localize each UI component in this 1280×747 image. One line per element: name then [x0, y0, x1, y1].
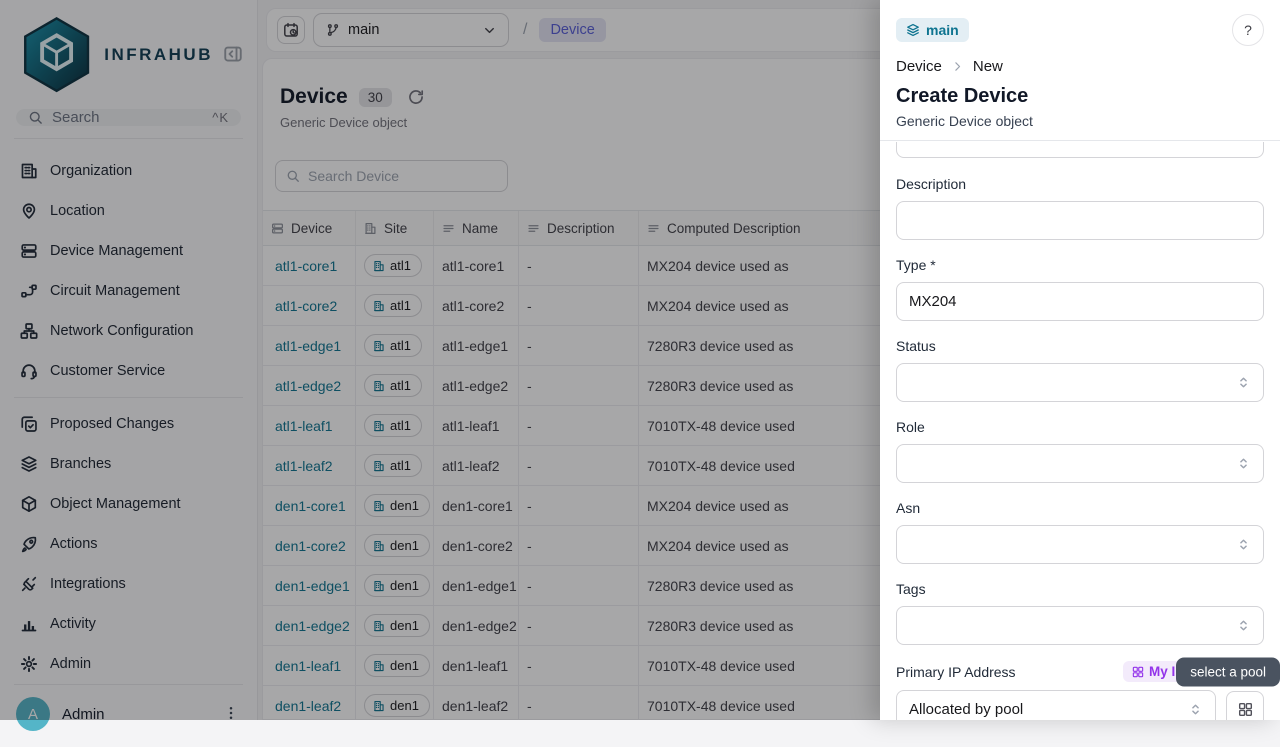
status-field: Status — [896, 337, 1264, 402]
type-label: Type * — [896, 256, 1264, 274]
panel-breadcrumb-new: New — [973, 58, 1003, 75]
primary-ip-label: Primary IP Address — [896, 663, 1016, 681]
chevrons-up-down-icon — [1236, 375, 1251, 390]
panel-subtitle: Generic Device object — [896, 113, 1264, 129]
chevrons-up-down-icon — [1236, 537, 1251, 552]
create-device-form: DescriptionType *MX204StatusRoleAsnTags … — [880, 141, 1280, 720]
panel-branch-name: main — [926, 22, 959, 38]
chevron-right-icon — [951, 60, 964, 73]
clipped-field — [896, 142, 1264, 159]
status-select[interactable] — [896, 363, 1264, 402]
tags-label: Tags — [896, 580, 1264, 598]
create-device-panel: main ? Device New Create Device Generic … — [880, 0, 1280, 720]
clipped-input[interactable] — [896, 142, 1264, 158]
panel-title: Create Device — [896, 85, 1264, 107]
asn-label: Asn — [896, 499, 1264, 517]
grid-icon — [1238, 702, 1253, 717]
primary-ip-select-value: Allocated by pool — [909, 701, 1023, 718]
chevrons-up-down-icon — [1188, 702, 1203, 717]
role-label: Role — [896, 418, 1264, 436]
description-input[interactable] — [896, 201, 1264, 240]
panel-breadcrumb-object: Device — [896, 58, 942, 75]
asn-field: Asn — [896, 499, 1264, 564]
help-button[interactable]: ? — [1232, 14, 1264, 46]
tags-select[interactable] — [896, 606, 1264, 645]
select-pool-button[interactable] — [1226, 691, 1264, 721]
chevrons-up-down-icon — [1236, 456, 1251, 471]
asn-select[interactable] — [896, 525, 1264, 564]
role-select[interactable] — [896, 444, 1264, 483]
description-label: Description — [896, 175, 1264, 193]
description-field: Description — [896, 175, 1264, 240]
primary-ip-field: Primary IP Address My IP a select a pool… — [896, 661, 1264, 720]
role-field: Role — [896, 418, 1264, 483]
type-value: MX204 — [909, 293, 957, 310]
primary-ip-select[interactable]: Allocated by pool — [896, 690, 1216, 720]
grid-icon — [1132, 666, 1144, 678]
modal-backdrop[interactable] — [0, 0, 880, 720]
panel-breadcrumb: Device New — [896, 58, 1264, 75]
panel-branch-chip: main — [896, 18, 969, 42]
chevrons-up-down-icon — [1236, 618, 1251, 633]
type-input[interactable]: MX204 — [896, 282, 1264, 321]
type-field: Type * MX204 — [896, 256, 1264, 321]
status-label: Status — [896, 337, 1264, 355]
select-pool-tooltip: select a pool — [1176, 657, 1280, 686]
tags-field: Tags — [896, 580, 1264, 645]
layers-icon — [906, 23, 920, 37]
